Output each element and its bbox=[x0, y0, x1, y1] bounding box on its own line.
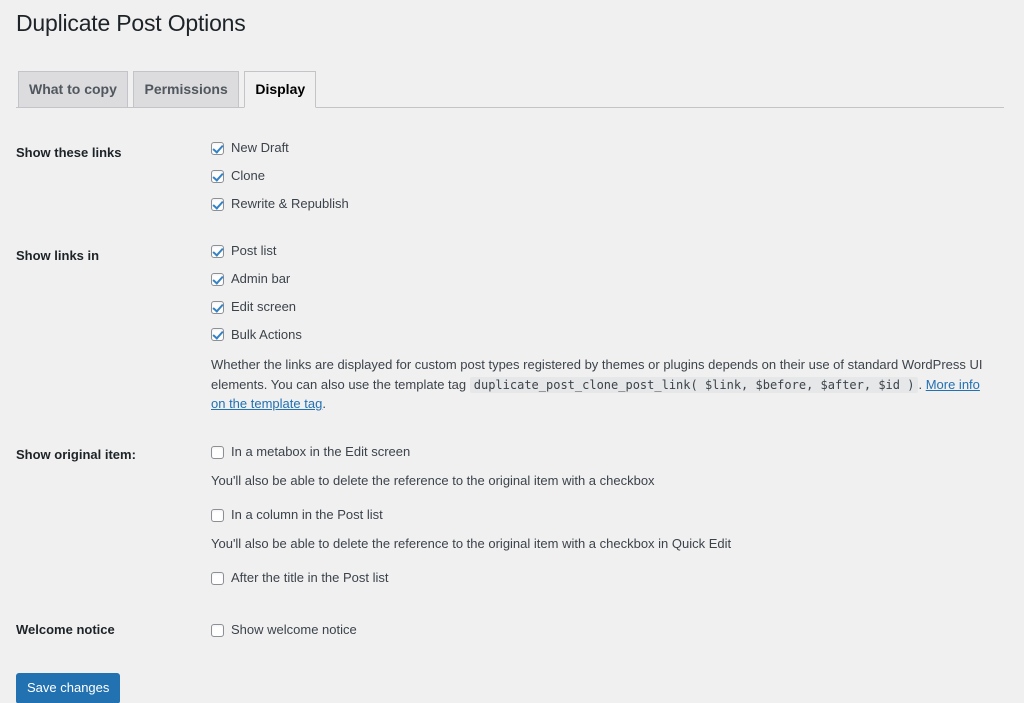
cell-show-links-in: Post list Admin bar Edit screen Bulk Act… bbox=[201, 228, 1004, 429]
checkbox-rewrite-republish[interactable] bbox=[211, 197, 224, 211]
cell-show-these-links: New Draft Clone Rewrite & Republish bbox=[201, 125, 1004, 228]
tab-permissions[interactable]: Permissions bbox=[133, 70, 239, 107]
template-tag-code: duplicate_post_clone_post_link( $link, $… bbox=[469, 376, 919, 393]
option-rewrite-republish[interactable]: Rewrite & Republish bbox=[211, 196, 994, 213]
label-show-links-in: Show links in bbox=[16, 247, 100, 263]
text-bulk-actions: Bulk Actions bbox=[231, 326, 302, 342]
checkbox-after-title-post-list[interactable] bbox=[211, 572, 224, 586]
option-after-title-post-list[interactable]: After the title in the Post list bbox=[211, 570, 994, 587]
checkbox-admin-bar[interactable] bbox=[211, 272, 224, 286]
row-show-links-in: Show links in Post list Admin bar Edit s… bbox=[16, 228, 1004, 429]
block-after-title-post-list: After the title in the Post list bbox=[211, 570, 994, 587]
checkbox-post-list[interactable] bbox=[211, 244, 224, 258]
template-tag-description-end: . bbox=[322, 396, 326, 412]
option-admin-bar[interactable]: Admin bar bbox=[211, 271, 994, 288]
label-show-welcome-notice[interactable]: Show welcome notice bbox=[211, 622, 357, 639]
option-column-post-list[interactable]: In a column in the Post list bbox=[211, 507, 994, 524]
display-settings-table: Show these links New Draft Clone Rewrite… bbox=[16, 125, 1004, 659]
label-after-title-post-list[interactable]: After the title in the Post list bbox=[211, 570, 389, 587]
description-column-post-list: You'll also be able to delete the refere… bbox=[211, 536, 732, 552]
label-new-draft[interactable]: New Draft bbox=[211, 140, 289, 157]
cell-welcome-notice: Show welcome notice bbox=[201, 602, 1004, 659]
text-clone: Clone bbox=[231, 167, 265, 183]
text-metabox-edit-screen: In a metabox in the Edit screen bbox=[231, 443, 411, 459]
text-new-draft: New Draft bbox=[231, 139, 289, 155]
label-column-post-list[interactable]: In a column in the Post list bbox=[211, 507, 383, 524]
submit-area: Save changes bbox=[16, 659, 1004, 703]
block-metabox-edit-screen: In a metabox in the Edit screen You'll a… bbox=[211, 444, 994, 490]
text-post-list: Post list bbox=[231, 242, 277, 258]
options-page: Duplicate Post Options What to copy Permi… bbox=[0, 0, 1024, 703]
text-after-title-post-list: After the title in the Post list bbox=[231, 570, 389, 586]
checkbox-edit-screen[interactable] bbox=[211, 300, 224, 314]
checkbox-column-post-list[interactable] bbox=[211, 509, 224, 523]
save-changes-button[interactable]: Save changes bbox=[16, 673, 121, 703]
template-tag-description: Whether the links are displayed for cust… bbox=[211, 355, 994, 414]
cell-show-original-item: In a metabox in the Edit screen You'll a… bbox=[201, 429, 1004, 602]
text-edit-screen: Edit screen bbox=[231, 298, 297, 314]
label-welcome-notice: Welcome notice bbox=[16, 622, 115, 638]
checkbox-clone[interactable] bbox=[211, 169, 224, 183]
checkbox-bulk-actions[interactable] bbox=[211, 328, 224, 342]
description-metabox-edit-screen: You'll also be able to delete the refere… bbox=[211, 472, 655, 488]
row-show-these-links: Show these links New Draft Clone Rewrite… bbox=[16, 125, 1004, 228]
option-metabox-edit-screen[interactable]: In a metabox in the Edit screen bbox=[211, 444, 994, 461]
option-bulk-actions[interactable]: Bulk Actions bbox=[211, 327, 994, 344]
settings-tab-bar: What to copy Permissions Display bbox=[16, 62, 1004, 108]
label-clone[interactable]: Clone bbox=[211, 168, 265, 185]
option-post-list[interactable]: Post list bbox=[211, 243, 994, 260]
label-bulk-actions[interactable]: Bulk Actions bbox=[211, 327, 302, 344]
text-column-post-list: In a column in the Post list bbox=[231, 507, 383, 523]
checkbox-metabox-edit-screen[interactable] bbox=[211, 445, 224, 459]
option-show-welcome-notice[interactable]: Show welcome notice bbox=[211, 622, 994, 639]
option-edit-screen[interactable]: Edit screen bbox=[211, 299, 994, 316]
row-show-original-item: Show original item: In a metabox in the … bbox=[16, 429, 1004, 602]
template-tag-separator: . bbox=[918, 376, 923, 392]
text-show-welcome-notice: Show welcome notice bbox=[231, 622, 357, 638]
display-options-form: Show these links New Draft Clone Rewrite… bbox=[16, 125, 1004, 703]
label-post-list[interactable]: Post list bbox=[211, 243, 277, 260]
option-new-draft[interactable]: New Draft bbox=[211, 140, 994, 157]
page-title: Duplicate Post Options bbox=[16, 10, 246, 36]
checkbox-show-welcome-notice[interactable] bbox=[211, 624, 224, 638]
label-show-original-item: Show original item: bbox=[16, 446, 136, 462]
label-metabox-edit-screen[interactable]: In a metabox in the Edit screen bbox=[211, 444, 410, 461]
label-admin-bar[interactable]: Admin bar bbox=[211, 271, 290, 288]
label-rewrite-republish[interactable]: Rewrite & Republish bbox=[211, 196, 349, 213]
text-admin-bar: Admin bar bbox=[231, 270, 291, 286]
block-column-post-list: In a column in the Post list You'll also… bbox=[211, 507, 994, 553]
text-rewrite-republish: Rewrite & Republish bbox=[231, 195, 349, 211]
label-edit-screen[interactable]: Edit screen bbox=[211, 299, 296, 316]
checkbox-new-draft[interactable] bbox=[211, 141, 224, 155]
row-welcome-notice: Welcome notice Show welcome notice bbox=[16, 602, 1004, 659]
label-show-these-links: Show these links bbox=[16, 144, 122, 160]
option-clone[interactable]: Clone bbox=[211, 168, 994, 185]
tab-display[interactable]: Display bbox=[244, 70, 317, 108]
tab-what-to-copy[interactable]: What to copy bbox=[18, 70, 128, 107]
